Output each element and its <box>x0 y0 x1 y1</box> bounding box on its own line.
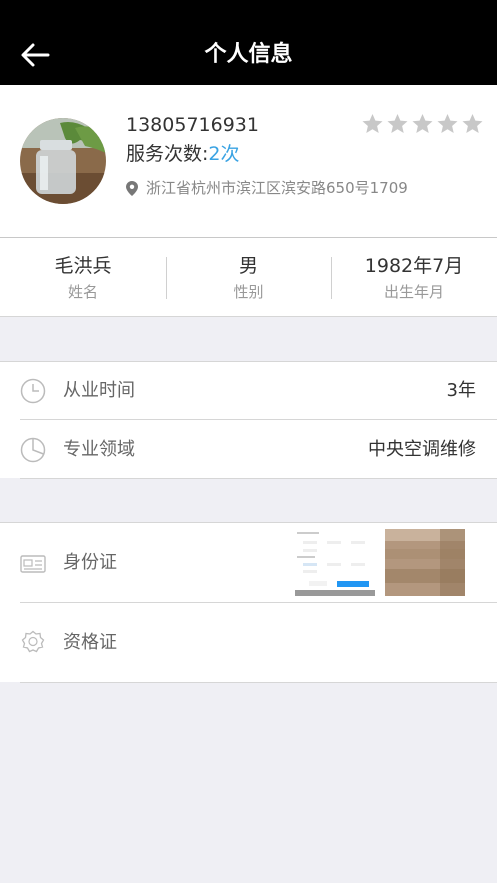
star-icon <box>387 114 408 133</box>
work-section: 从业时间 3年 专业领域 中央空调维修 <box>0 361 497 479</box>
service-count-value: 2次 <box>208 143 240 165</box>
address: 浙江省杭州市滨江区滨安路650号1709 <box>126 177 408 199</box>
service-count-label: 服务次数: <box>126 143 209 165</box>
rating-stars <box>360 112 485 136</box>
certificate-row: 资格证 <box>20 603 497 683</box>
address-text: 浙江省杭州市滨江区滨安路650号1709 <box>146 179 408 197</box>
name-label: 姓名 <box>67 283 98 301</box>
location-pin-icon <box>126 180 138 196</box>
star-icon <box>437 114 458 133</box>
id-card-front-thumbnail[interactable] <box>295 529 375 596</box>
name-value: 毛洪兵 <box>54 255 112 277</box>
avatar[interactable] <box>20 118 106 204</box>
birth-value: 1982年7月 <box>364 255 464 277</box>
field-value: 中央空调维修 <box>368 439 476 460</box>
id-card-back-thumbnail[interactable] <box>385 529 465 596</box>
service-count-line: 服务次数:2次 <box>126 142 240 166</box>
profile-card: 13805716931 服务次数:2次 浙江省杭州市滨江区滨安路650号1709 <box>0 85 497 237</box>
star-icon <box>412 114 433 133</box>
birth-label: 出生年月 <box>383 283 444 301</box>
name-cell: 毛洪兵 姓名 <box>0 238 166 316</box>
experience-row: 从业时间 3年 <box>20 362 497 420</box>
clock-icon <box>20 378 46 404</box>
field-row: 专业领域 中央空调维修 <box>20 420 497 479</box>
birth-cell: 1982年7月 出生年月 <box>331 238 497 316</box>
field-label: 专业领域 <box>63 439 135 460</box>
certificate-label: 资格证 <box>63 632 117 653</box>
gender-value: 男 <box>238 255 258 277</box>
id-card-icon <box>20 555 46 573</box>
star-icon <box>462 114 483 133</box>
page-title: 个人信息 <box>204 42 293 67</box>
id-card-label: 身份证 <box>63 552 117 573</box>
basic-info-row: 毛洪兵 姓名 男 性别 1982年7月 出生年月 <box>0 237 497 317</box>
nav-bar: 个人信息 <box>0 0 497 85</box>
star-icon <box>362 114 383 133</box>
gender-cell: 男 性别 <box>166 238 331 316</box>
pie-chart-icon <box>20 437 46 463</box>
documents-section: 身份证 资格证 <box>0 522 497 683</box>
experience-label: 从业时间 <box>63 380 135 401</box>
id-card-row: 身份证 <box>20 523 497 603</box>
certificate-icon <box>21 630 45 653</box>
experience-value: 3年 <box>446 380 476 401</box>
phone-number: 13805716931 <box>126 114 259 136</box>
gender-label: 性别 <box>233 283 264 301</box>
